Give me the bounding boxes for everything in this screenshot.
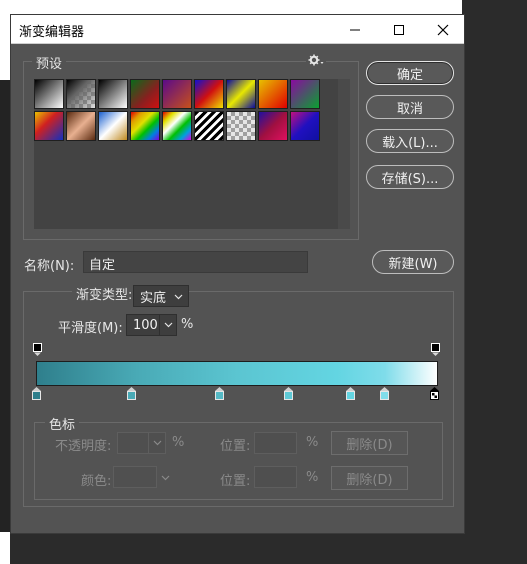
preset-swatch[interactable] <box>34 79 64 109</box>
preset-swatch[interactable] <box>194 79 224 109</box>
preset-swatch[interactable] <box>130 79 160 109</box>
gear-icon <box>308 54 324 66</box>
preset-swatch[interactable] <box>34 111 64 141</box>
name-label: 名称(N): <box>24 259 75 274</box>
preset-swatch[interactable] <box>162 111 192 141</box>
maximize-icon <box>394 24 404 35</box>
preset-swatch[interactable] <box>162 79 192 109</box>
title-bar: 渐变编辑器 <box>11 15 464 44</box>
name-input[interactable]: 自定 <box>83 251 308 273</box>
color-stop[interactable] <box>380 387 390 401</box>
color-stop[interactable] <box>346 387 356 401</box>
preset-swatch[interactable] <box>226 79 256 109</box>
new-button[interactable]: 新建(W) <box>372 250 454 274</box>
preset-swatch[interactable] <box>194 111 224 141</box>
cancel-button[interactable]: 取消 <box>366 95 454 119</box>
opacity-location-input[interactable] <box>254 432 297 454</box>
close-icon <box>437 24 449 35</box>
opacity-location-unit: % <box>306 435 319 450</box>
presets-menu-button[interactable] <box>306 53 326 71</box>
preset-swatch[interactable] <box>258 111 288 141</box>
color-location-input[interactable] <box>254 466 297 488</box>
gradient-editor-dialog: 渐变编辑器 预设 确定 取消 载入(L)... 存储(S)... 名称(N): … <box>10 14 465 534</box>
background-top <box>0 0 462 14</box>
preset-swatch[interactable] <box>226 111 256 141</box>
opacity-label: 不透明度: <box>55 439 112 454</box>
opacity-unit: % <box>172 435 185 450</box>
preset-swatch[interactable] <box>66 79 96 109</box>
opacity-stop-right[interactable] <box>431 343 441 357</box>
preset-swatch[interactable] <box>130 111 160 141</box>
save-button[interactable]: 存储(S)... <box>366 165 454 189</box>
opacity-delete-button[interactable]: 删除(D) <box>331 431 408 455</box>
smoothness-dropdown[interactable] <box>159 314 177 336</box>
chevron-down-icon <box>161 475 170 481</box>
color-swatch[interactable] <box>113 466 157 488</box>
smoothness-label: 平滑度(M): <box>58 321 123 336</box>
color-stop-selected[interactable] <box>430 387 440 401</box>
smoothness-unit: % <box>181 317 194 332</box>
preset-swatch[interactable] <box>258 79 288 109</box>
gradient-type-label: 渐变类型: <box>72 284 137 303</box>
opacity-dropdown[interactable] <box>148 432 166 454</box>
window-title: 渐变编辑器 <box>19 25 85 40</box>
chevron-down-icon <box>174 294 183 300</box>
color-location-label: 位置: <box>220 474 251 489</box>
opacity-stop-left[interactable] <box>33 343 43 357</box>
preset-swatch[interactable] <box>66 111 96 141</box>
maximize-button[interactable] <box>377 15 421 44</box>
gradient-preview-bar[interactable] <box>36 361 438 386</box>
chevron-down-icon <box>153 440 161 446</box>
color-stop[interactable] <box>32 387 42 401</box>
minimize-button[interactable] <box>333 15 377 44</box>
color-delete-button[interactable]: 删除(D) <box>331 466 408 490</box>
minimize-icon <box>350 29 360 30</box>
opacity-input[interactable] <box>117 432 149 454</box>
presets-grid <box>34 79 338 229</box>
preset-swatch[interactable] <box>290 111 320 141</box>
load-button[interactable]: 载入(L)... <box>366 129 454 153</box>
color-stop[interactable] <box>284 387 294 401</box>
color-stop[interactable] <box>215 387 225 401</box>
gradient-type-value: 实底 <box>140 290 167 306</box>
preset-swatch[interactable] <box>98 111 128 141</box>
color-location-unit: % <box>306 470 319 485</box>
opacity-location-label: 位置: <box>220 439 251 454</box>
color-label: 颜色: <box>81 474 112 489</box>
stops-legend: 色标 <box>45 414 80 433</box>
color-stop[interactable] <box>127 387 137 401</box>
preset-swatch[interactable] <box>290 79 320 109</box>
presets-panel: 预设 <box>23 53 359 240</box>
ok-button[interactable]: 确定 <box>366 61 454 85</box>
smoothness-input[interactable]: 100 <box>126 314 160 336</box>
presets-legend: 预设 <box>32 53 67 72</box>
presets-scrollbar[interactable] <box>338 79 350 229</box>
preset-swatch[interactable] <box>98 79 128 109</box>
close-button[interactable] <box>421 15 465 44</box>
color-stops-panel: 色标 不透明度: % 位置: % 删除(D) 颜色: 位置: % 删除(D) <box>34 414 443 500</box>
gradient-type-select[interactable]: 实底 <box>133 285 189 307</box>
chevron-down-icon <box>164 322 172 328</box>
